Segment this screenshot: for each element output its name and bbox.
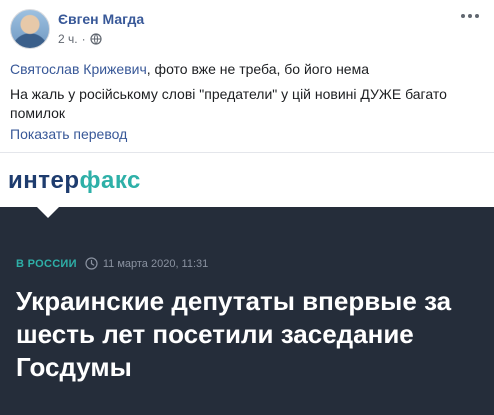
- avatar[interactable]: [10, 9, 50, 49]
- show-translation-link[interactable]: Показать перевод: [10, 126, 127, 142]
- author-name[interactable]: Євген Магда: [58, 11, 144, 27]
- link-preview-article[interactable]: В РОССИИ 11 марта 2020, 11:31 Украинские…: [0, 206, 494, 415]
- comment-rest: , фото вже не треба, бо його нема: [146, 61, 369, 77]
- post-header: Євген Магда 2 ч. ·: [10, 6, 484, 52]
- article-headline[interactable]: Украинские депутаты впервые за шесть лет…: [16, 285, 476, 384]
- meta-separator: ·: [81, 32, 86, 46]
- notch-decoration: [36, 206, 60, 218]
- more-options-icon[interactable]: [458, 8, 482, 24]
- clock-icon: [85, 257, 98, 270]
- logo-main: интер: [8, 167, 80, 194]
- article-meta: В РОССИИ 11 марта 2020, 11:31: [16, 257, 208, 270]
- globe-icon[interactable]: [89, 33, 102, 45]
- article-date: 11 марта 2020, 11:31: [102, 257, 209, 270]
- logo-accent: факс: [79, 167, 141, 194]
- post-text: Святослав Крижевич, фото вже не треба, б…: [10, 60, 480, 129]
- article-category[interactable]: В РОССИИ: [16, 258, 77, 270]
- comment-line-1: Святослав Крижевич, фото вже не треба, б…: [10, 60, 480, 79]
- comment-line-2: На жаль у російському слові "предатели" …: [10, 86, 447, 121]
- post-meta: 2 ч. ·: [58, 32, 102, 46]
- link-preview-logo-band[interactable]: интерфакс: [0, 153, 494, 207]
- interfax-logo: интерфакс: [8, 167, 141, 195]
- post-time[interactable]: 2 ч.: [58, 32, 78, 46]
- mention-link[interactable]: Святослав Крижевич: [10, 61, 147, 77]
